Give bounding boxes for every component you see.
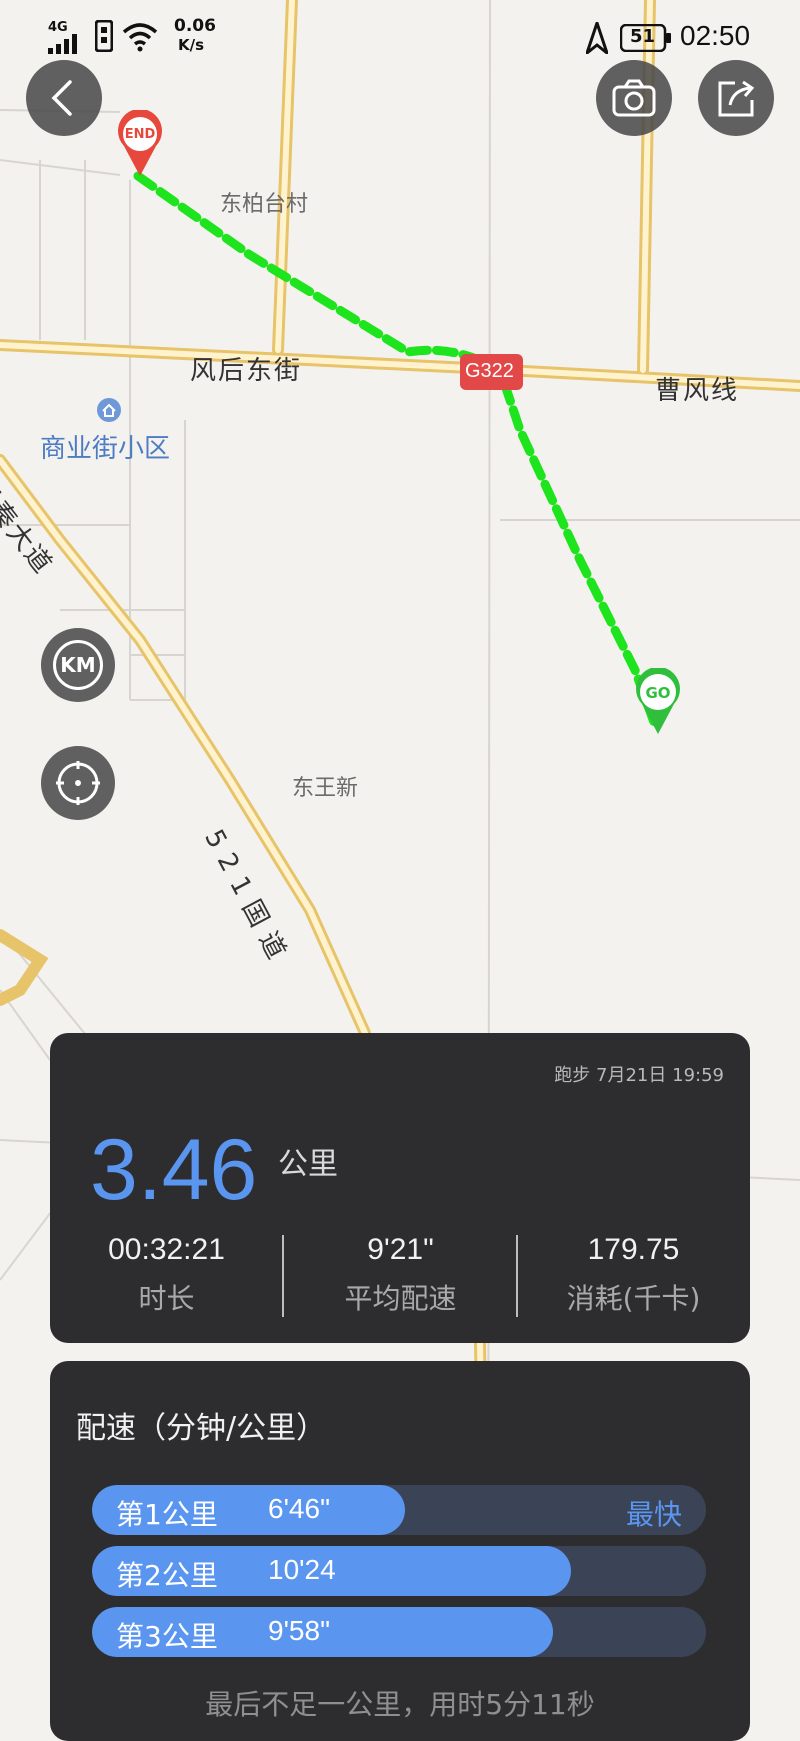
wifi-icon	[122, 22, 158, 56]
end-marker-label: END	[124, 127, 156, 142]
start-pin-icon	[636, 666, 680, 734]
pace-bar-label: 第1公里	[116, 1498, 218, 1531]
stat-label: 消耗(千卡)	[566, 1282, 701, 1315]
pace-bar-label: 第3公里	[116, 1620, 218, 1653]
km-icon: KM	[53, 640, 103, 690]
pace-bar-km3: 第3公里 9'58"	[92, 1607, 706, 1657]
share-icon	[718, 80, 755, 117]
pace-bar-km2: 第2公里 10'24	[92, 1546, 706, 1596]
map-label-poi[interactable]: 商业街小区	[40, 428, 170, 465]
network-type: 4G	[48, 20, 68, 35]
road-shield-label: G322	[465, 360, 514, 382]
signal-icon	[48, 34, 82, 58]
units-toggle-button[interactable]: KM	[41, 628, 115, 702]
end-pin-icon	[118, 108, 162, 176]
end-marker[interactable]: END	[116, 108, 164, 182]
net-speed-value: 0.06	[174, 16, 216, 36]
activity-type: 跑步	[554, 1065, 591, 1086]
camera-button[interactable]	[596, 60, 672, 136]
pace-card: 配速（分钟/公里） 第1公里 6'46" 最快 第2公里 10'24 第3公里 …	[50, 1361, 750, 1741]
stat-value: 179.75	[587, 1233, 680, 1266]
stat-value: 9'21"	[367, 1233, 434, 1266]
stat-avg-pace: 9'21" 平均配速	[284, 1233, 517, 1317]
battery-level: 51	[630, 26, 656, 47]
stat-label: 平均配速	[344, 1282, 457, 1315]
map-label-street-west: 风后东街	[190, 356, 303, 386]
pace-bar-value: 10'24	[268, 1554, 336, 1585]
fastest-badge: 最快	[625, 1498, 682, 1531]
sim-icon	[94, 19, 114, 56]
status-bar: 4G 0.06 K/s 51 02:50	[0, 0, 800, 76]
pace-bar-value: 9'58"	[268, 1615, 331, 1646]
last-segment-note: 最后不足一公里，用时5分11秒	[205, 1688, 595, 1721]
distance-unit: 公里	[278, 1147, 338, 1182]
stat-duration: 00:32:21 时长	[50, 1233, 283, 1317]
poi-home-icon	[96, 397, 122, 427]
start-marker-label: GO	[645, 684, 671, 702]
map-label-street-east: 曹风线	[655, 376, 740, 406]
stat-value: 00:32:21	[108, 1233, 225, 1266]
run-date: 7月21日	[596, 1065, 667, 1086]
back-button[interactable]	[26, 60, 102, 136]
map-label-village-north: 东柏台村	[220, 192, 309, 217]
run-summary-card: 跑步 7月21日 19:59 3.46 公里 00:32:21 时长 9'21"…	[50, 1033, 750, 1343]
stat-label: 时长	[138, 1282, 195, 1315]
pace-title: 配速（分钟/公里）	[76, 1411, 327, 1446]
map-label-village-south: 东王新	[292, 776, 359, 801]
pace-bar-value: 6'46"	[268, 1493, 331, 1524]
clock: 02:50	[680, 20, 751, 51]
run-datetime: 跑步 7月21日 19:59	[554, 1061, 724, 1087]
share-button[interactable]	[698, 60, 774, 136]
location-arrow-icon	[583, 18, 611, 58]
camera-icon	[612, 79, 656, 117]
run-time: 19:59	[672, 1065, 724, 1086]
stat-calories: 179.75 消耗(千卡)	[517, 1233, 750, 1317]
net-speed-unit: K/s	[178, 36, 205, 54]
pace-bar-km1: 第1公里 6'46" 最快	[92, 1485, 706, 1535]
start-marker[interactable]: GO	[634, 666, 682, 740]
pace-bar-label: 第2公里	[116, 1559, 218, 1592]
crosshair-icon	[56, 761, 100, 805]
distance-value: 3.46	[90, 1122, 258, 1218]
chevron-left-icon	[51, 80, 72, 116]
locate-button[interactable]	[41, 746, 115, 820]
